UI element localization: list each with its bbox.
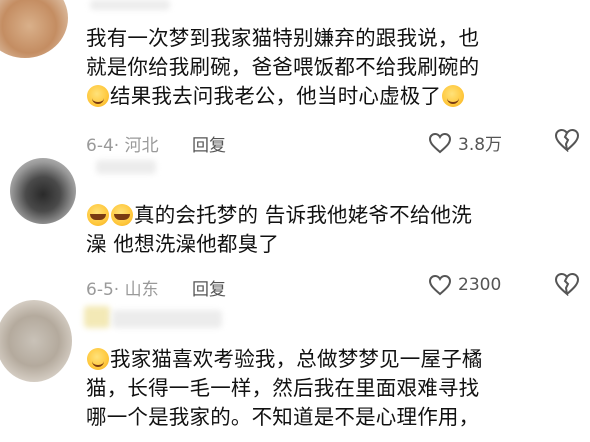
username-blurred [84, 306, 110, 328]
comment-text: 我有一次梦到我家猫特别嫌弃的跟我说，也 就是你给我刷碗，爸爸喂饭都不给我刷碗的 … [86, 24, 479, 111]
reply-button[interactable]: 回复 [192, 136, 226, 156]
laugh-cry-emoji [111, 204, 133, 226]
comment-location: 河北 [124, 136, 159, 156]
comment-line: 我有一次梦到我家猫特别嫌弃的跟我说，也 [86, 26, 480, 50]
laugh-cry-emoji [87, 204, 109, 226]
comment-line: 猫，长得一毛一样，然后我在里面艰难寻找 [86, 376, 480, 400]
comment-line: 真的会托梦的 告诉我他姥爷不给他洗 [86, 201, 472, 230]
avatar[interactable] [10, 158, 76, 224]
smile-emoji [87, 348, 109, 370]
heart-outline-icon [428, 274, 452, 296]
like-button[interactable]: 2300 [428, 274, 501, 296]
comment-date: 6-4 [86, 136, 114, 156]
like-count: 2300 [458, 275, 502, 295]
comment-text: 我家猫喜欢考验我，总做梦梦见一屋子橘 猫，长得一毛一样，然后我在里面艰难寻找 哪… [86, 345, 483, 432]
comment-meta: 6-5· 山东 回复 [86, 280, 226, 300]
username-blurred [90, 0, 170, 10]
comment-location: 山东 [124, 280, 159, 300]
comment-line: 结果我去问我老公，他当时心虚极了 [86, 82, 479, 111]
avatar[interactable] [0, 0, 68, 58]
comment-text: 真的会托梦的 告诉我他姥爷不给他洗 澡 他想洗澡他都臭了 [86, 201, 472, 259]
like-count: 3.8万 [458, 135, 503, 155]
smile-emoji [442, 85, 465, 107]
comment-line: 哪一个是我家的。不知道是不是心理作用， [86, 405, 480, 429]
username-blurred [96, 160, 156, 174]
username-blurred [112, 310, 222, 328]
comment-line: 我家猫喜欢考验我，总做梦梦见一屋子橘 [86, 345, 483, 374]
avatar[interactable] [0, 300, 72, 382]
smirk-emoji [87, 85, 109, 107]
comment-date: 6-5 [86, 280, 114, 300]
comment-meta: 6-4· 河北 回复 [86, 136, 226, 156]
broken-heart-icon[interactable] [554, 272, 580, 296]
comment-line: 就是你给我刷碗，爸爸喂饭都不给我刷碗的 [86, 55, 480, 79]
reply-button[interactable]: 回复 [192, 280, 226, 300]
heart-outline-icon [428, 132, 452, 153]
broken-heart-icon[interactable] [554, 128, 580, 152]
comment-line: 澡 他想洗澡他都臭了 [86, 232, 280, 256]
like-button[interactable]: 3.8万 [428, 130, 502, 155]
